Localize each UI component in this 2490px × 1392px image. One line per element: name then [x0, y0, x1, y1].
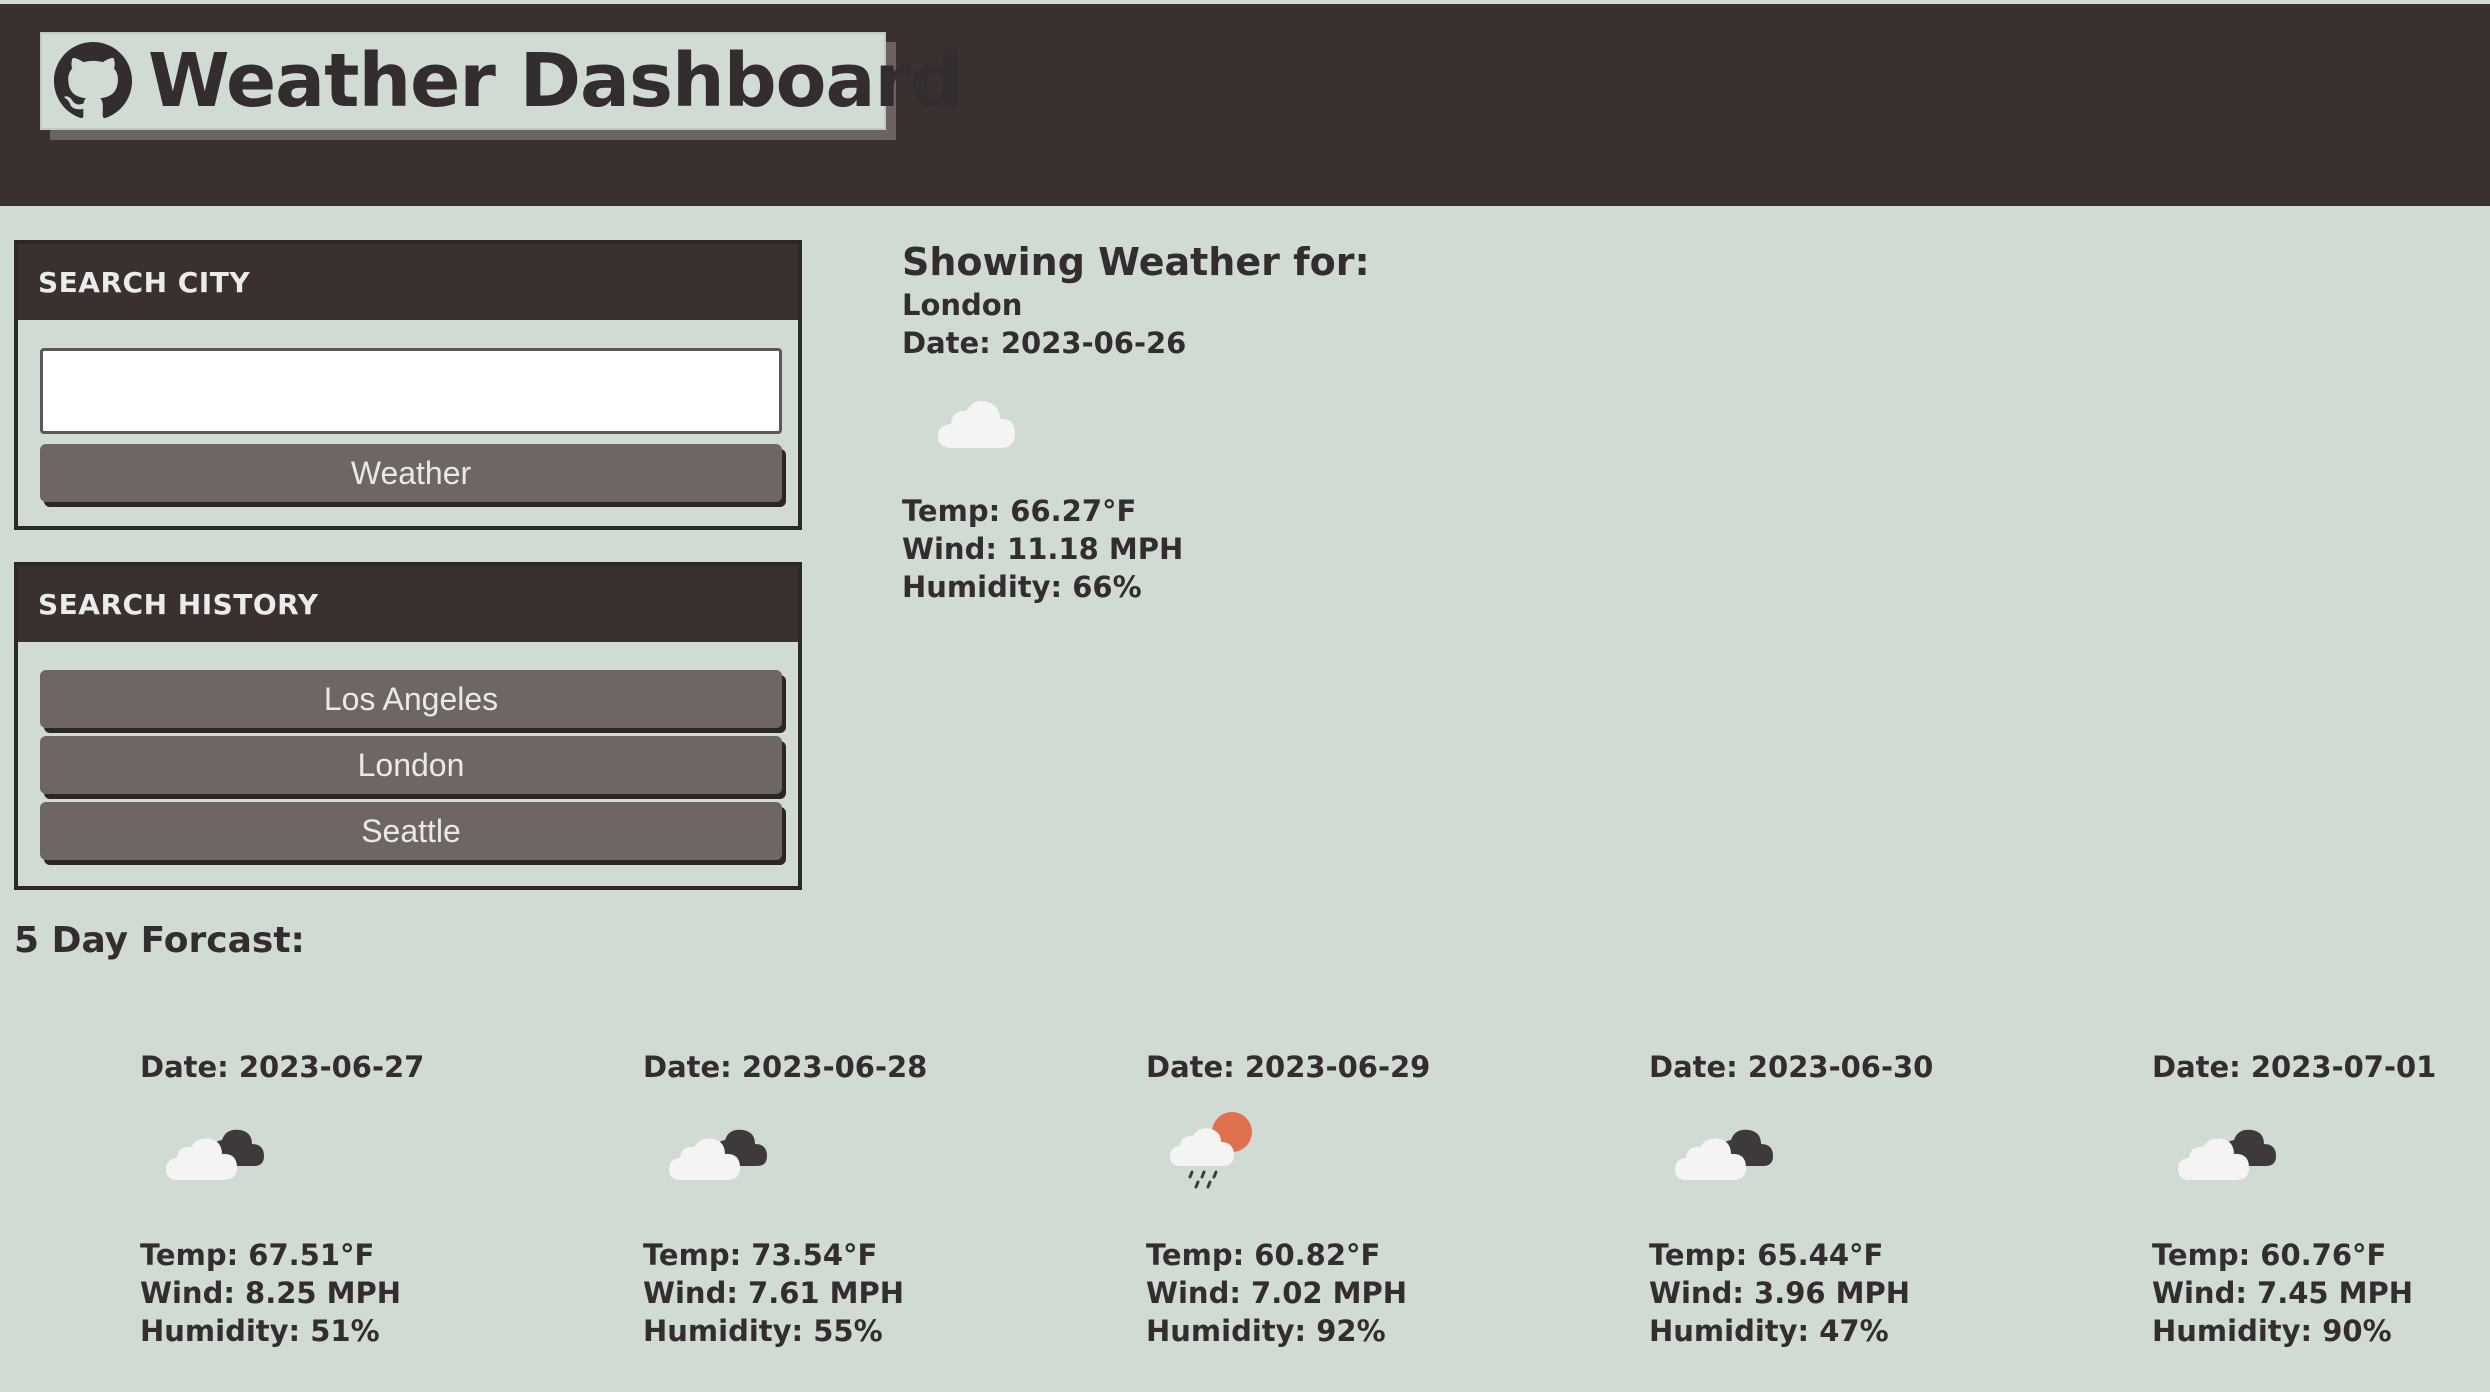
current-date: Date: 2023-06-26 [902, 326, 1187, 360]
forecast-date: Date: 2023-06-27 [140, 1050, 425, 1084]
forecast-stats: Temp: 65.44°F Wind: 3.96 MPH Humidity: 4… [1649, 1236, 2069, 1350]
current-temp: Temp: 66.27°F [902, 494, 1137, 528]
forecast-date: Date: 2023-06-29 [1146, 1050, 1431, 1084]
forecast-title: 5 Day Forcast: [14, 920, 305, 961]
forecast-humidity: Humidity: 92% [1146, 1314, 1386, 1348]
current-heading: Showing Weather for: [902, 240, 1370, 284]
search-panel-heading: SEARCH CITY [18, 244, 798, 320]
forecast-humidity: Humidity: 51% [140, 1314, 380, 1348]
header-bar: Weather Dashboard [0, 4, 2490, 206]
forecast-day-2: Date: 2023-06-28 Temp: 73.54°F Wind: 7.6… [643, 1050, 1063, 1350]
current-city: London [902, 288, 1023, 322]
forecast-wind: Wind: 7.45 MPH [2152, 1276, 2414, 1310]
forecast-day-3: Date: 2023-06-29 Temp: 60.82°F Wind: 7.0… [1146, 1050, 1566, 1350]
forecast-stats: Temp: 60.82°F Wind: 7.02 MPH Humidity: 9… [1146, 1236, 1566, 1350]
broken-clouds-icon [166, 1129, 264, 1180]
search-panel: SEARCH CITY Weather [14, 240, 802, 530]
current-weather: Showing Weather for: London Date: 2023-0… [902, 240, 1370, 606]
forecast-wind: Wind: 8.25 MPH [140, 1276, 402, 1310]
forecast-day-4: Date: 2023-06-30 Temp: 65.44°F Wind: 3.9… [1649, 1050, 2069, 1350]
forecast-stats: Temp: 60.76°F Wind: 7.45 MPH Humidity: 9… [2152, 1236, 2482, 1350]
history-item-los-angeles[interactable]: Los Angeles [40, 670, 782, 728]
history-item-seattle[interactable]: Seattle [40, 802, 782, 860]
forecast-temp: Temp: 65.44°F [1649, 1238, 1884, 1272]
forecast-stats: Temp: 67.51°F Wind: 8.25 MPH Humidity: 5… [140, 1236, 560, 1350]
forecast-humidity: Humidity: 47% [1649, 1314, 1889, 1348]
title-box: Weather Dashboard [40, 32, 963, 130]
forecast-day-5: Date: 2023-07-01 Temp: 60.76°F Wind: 7.4… [2152, 1050, 2482, 1350]
forecast-wind: Wind: 7.61 MPH [643, 1276, 905, 1310]
forecast-temp: Temp: 60.82°F [1146, 1238, 1381, 1272]
page-title: Weather Dashboard [148, 38, 963, 124]
history-item-london[interactable]: London [40, 736, 782, 794]
rain-sun-icon [1170, 1112, 1252, 1189]
broken-clouds-icon [2178, 1129, 2276, 1180]
forecast-humidity: Humidity: 90% [2152, 1314, 2392, 1348]
broken-clouds-icon [1675, 1129, 1773, 1180]
forecast-wind: Wind: 7.02 MPH [1146, 1276, 1408, 1310]
forecast-day-1: Date: 2023-06-27 Temp: 67.51°F Wind: 8.2… [140, 1050, 560, 1350]
forecast-temp: Temp: 60.76°F [2152, 1238, 2387, 1272]
current-humidity: Humidity: 66% [902, 570, 1142, 604]
github-icon [54, 42, 132, 119]
weather-button[interactable]: Weather [40, 444, 782, 502]
history-panel: SEARCH HISTORY Los Angeles London Seattl… [14, 562, 802, 890]
current-wind: Wind: 11.18 MPH [902, 532, 1184, 566]
forecast-humidity: Humidity: 55% [643, 1314, 883, 1348]
forecast-temp: Temp: 73.54°F [643, 1238, 878, 1272]
broken-clouds-icon [669, 1129, 767, 1180]
forecast-wind: Wind: 3.96 MPH [1649, 1276, 1911, 1310]
forecast-date: Date: 2023-06-30 [1649, 1050, 1934, 1084]
forecast-date: Date: 2023-06-28 [643, 1050, 928, 1084]
current-stats: Temp: 66.27°F Wind: 11.18 MPH Humidity: … [902, 492, 1370, 606]
city-search-input[interactable] [40, 348, 782, 434]
forecast-stats: Temp: 73.54°F Wind: 7.61 MPH Humidity: 5… [643, 1236, 1063, 1350]
history-panel-heading: SEARCH HISTORY [18, 566, 798, 642]
cloud-icon [938, 401, 1016, 448]
forecast-date: Date: 2023-07-01 [2152, 1050, 2437, 1084]
forecast-temp: Temp: 67.51°F [140, 1238, 375, 1272]
